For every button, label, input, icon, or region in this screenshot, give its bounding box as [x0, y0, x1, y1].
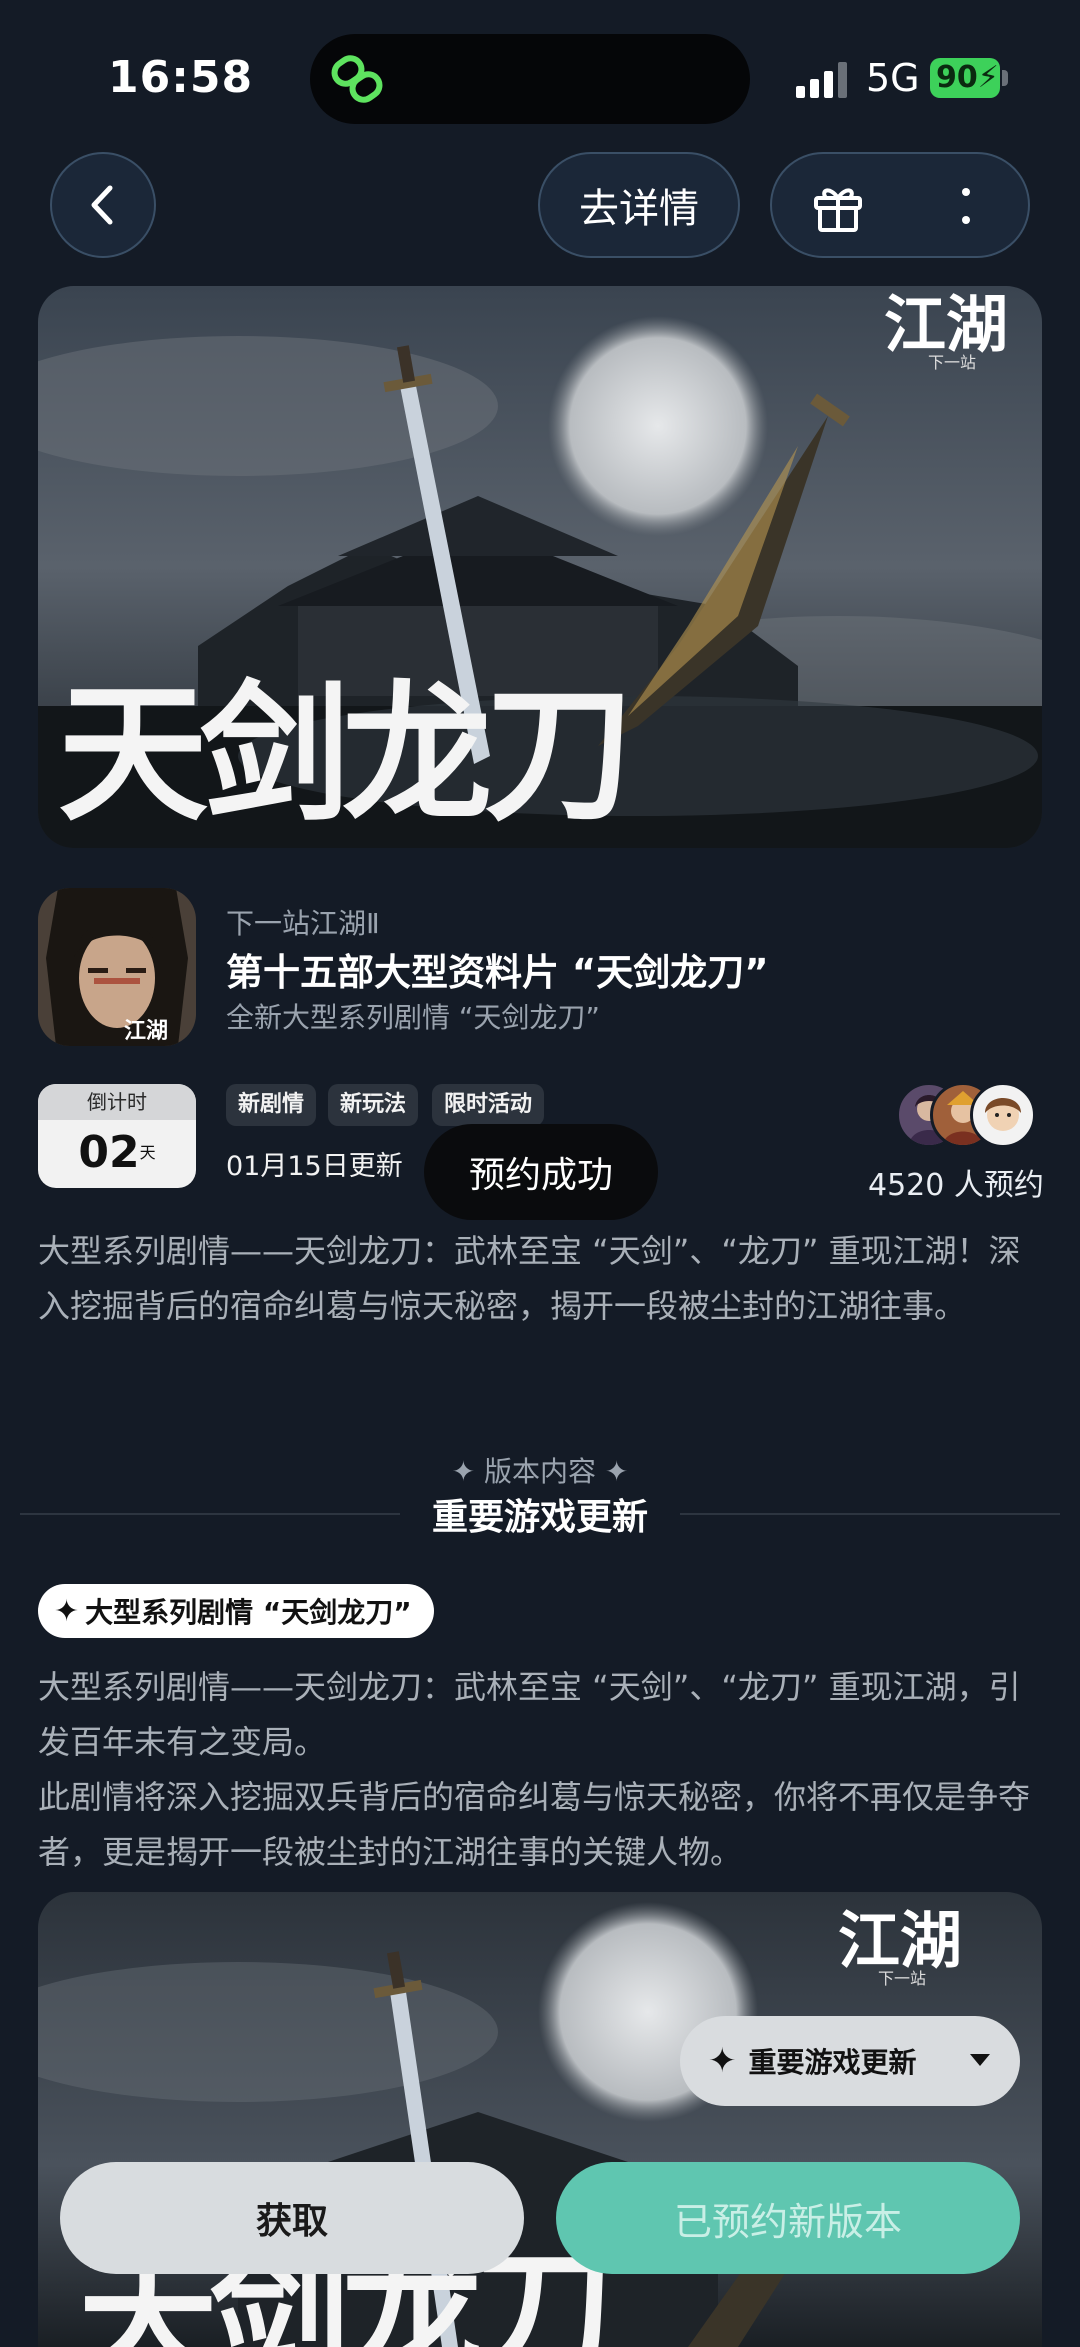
- reservation-count: 4520 人预约: [868, 1168, 1044, 1203]
- tag-new-gameplay: 新玩法: [328, 1084, 419, 1126]
- feature-logo-text: 江湖: [838, 1904, 962, 1977]
- feature-logo-sub: 下一站: [878, 1969, 926, 1988]
- countdown-card: 倒计时 02天: [38, 1084, 196, 1188]
- version-label-text: 版本内容: [483, 1455, 596, 1488]
- game-character-portrait: 江湖: [38, 888, 196, 1046]
- hero-title-art: 天剑龙刀: [58, 666, 626, 842]
- game-app-icon: 江湖: [38, 888, 196, 1046]
- update-description: 大型系列剧情——天剑龙刀：武林至宝 “天剑”、“龙刀” 重现江湖！深入挖掘背后的…: [38, 1232, 1021, 1325]
- battery-level: 90: [936, 60, 978, 95]
- chevron-left-icon: [91, 185, 113, 225]
- go-to-details-button[interactable]: 去详情: [538, 152, 740, 258]
- update-headline: 第十五部大型资料片 “天剑龙刀”: [226, 951, 769, 994]
- icon-logo-text: 江湖: [124, 1018, 168, 1044]
- tag-limited-event: 限时活动: [432, 1084, 545, 1126]
- battery-indicator: 90⚡: [930, 58, 1000, 98]
- countdown-days-value: 02: [78, 1127, 140, 1178]
- more-vertical-icon[interactable]: [956, 184, 976, 228]
- reserved-new-version-button[interactable]: 已预约新版本: [556, 2162, 1020, 2274]
- network-type: 5G: [866, 56, 920, 100]
- sparkle-icon: ✦: [596, 1455, 629, 1488]
- hero-artwork: 天剑龙刀 江湖 下一站: [38, 286, 1042, 848]
- game-name: 下一站江湖Ⅱ: [226, 907, 380, 940]
- gift-more-group: [770, 152, 1030, 258]
- countdown-label: 倒计时: [38, 1084, 196, 1120]
- feature-image: 江湖 下一站 天剑龙刀: [38, 1892, 1042, 2347]
- back-button[interactable]: [50, 152, 156, 258]
- sparkle-icon: ✦: [451, 1455, 484, 1488]
- sparkle-icon: ✦: [708, 2041, 737, 2081]
- countdown-days: 02天: [38, 1120, 196, 1186]
- caret-down-icon: [970, 2054, 990, 2066]
- game-logo-text: 江湖: [884, 288, 1008, 361]
- feature-title: 大型系列剧情 “天剑龙刀”: [85, 1596, 412, 1629]
- version-section-label: ✦ 版本内容 ✦: [0, 1450, 1080, 1490]
- feature-paragraph-2: 此剧情将深入挖掘双兵背后的宿命纠葛与惊天秘密，你将不再仅是争夺者，更是揭开一段被…: [38, 1778, 1031, 1871]
- version-section-title: 重要游戏更新: [431, 1497, 648, 1538]
- charging-icon: ⚡: [977, 60, 999, 95]
- update-date: 01月15日更新: [226, 1151, 403, 1182]
- reservation-success-toast: 预约成功: [424, 1124, 658, 1220]
- update-subhead: 全新大型系列剧情 “天剑龙刀”: [226, 1001, 600, 1034]
- hero-banner: 天剑龙刀 江湖 下一站: [38, 286, 1042, 848]
- section-selector-label: 重要游戏更新: [748, 2046, 917, 2079]
- battery-cap: [1002, 70, 1008, 86]
- feature-paragraph-1: 大型系列剧情——天剑龙刀：武林至宝 “天剑”、“龙刀” 重现江湖，引发百年未有之…: [38, 1668, 1021, 1761]
- section-selector-dropdown[interactable]: ✦ 重要游戏更新: [680, 2016, 1020, 2106]
- game-logo-sub: 下一站: [928, 353, 976, 372]
- get-button[interactable]: 获取: [60, 2162, 524, 2274]
- signal-icon: [796, 62, 847, 98]
- feature-title-pill: ✦ 大型系列剧情 “天剑龙刀”: [38, 1584, 434, 1638]
- feature-artwork: 江湖 下一站 天剑龙刀: [38, 1892, 1042, 2347]
- reserver-avatar-3: [970, 1082, 1036, 1148]
- countdown-unit: 天: [139, 1143, 156, 1162]
- link-app-icon: [331, 55, 383, 103]
- gift-icon[interactable]: [808, 176, 868, 236]
- sparkle-icon: ✦: [54, 1593, 80, 1629]
- status-time: 16:58: [108, 52, 254, 103]
- tag-new-story: 新剧情: [226, 1084, 317, 1126]
